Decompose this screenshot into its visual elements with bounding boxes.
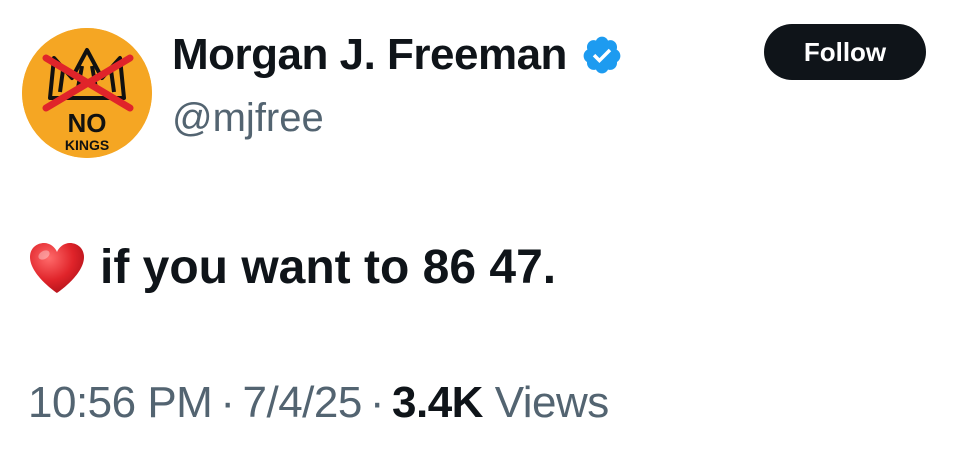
views-count[interactable]: 3.4K <box>392 378 483 427</box>
tweet-time[interactable]: 10:56 PM <box>28 378 213 427</box>
no-kings-logo: NO KINGS <box>22 28 152 158</box>
tweet-card: NO KINGS Morgan J. Freeman @mjfree Follo… <box>0 0 968 460</box>
tweet-body: if you want to 86 47. <box>28 240 556 295</box>
follow-button[interactable]: Follow <box>764 24 926 80</box>
avatar-text-no: NO <box>68 108 107 138</box>
display-name-text: Morgan J. Freeman <box>172 30 567 79</box>
views-label[interactable]: Views <box>495 378 610 427</box>
avatar[interactable]: NO KINGS <box>22 28 152 158</box>
tweet-meta: 10:56 PM · 7/4/25 · 3.4K Views <box>28 378 609 428</box>
avatar-text-kings: KINGS <box>65 137 109 153</box>
meta-separator: · <box>220 378 235 427</box>
meta-separator-2: · <box>369 378 385 427</box>
user-handle[interactable]: @mjfree <box>172 96 324 141</box>
display-name[interactable]: Morgan J. Freeman <box>172 30 623 80</box>
heart-icon <box>30 242 84 293</box>
verified-badge-icon <box>583 36 621 74</box>
tweet-text: if you want to 86 47. <box>100 241 557 294</box>
tweet-date[interactable]: 7/4/25 <box>243 378 363 427</box>
